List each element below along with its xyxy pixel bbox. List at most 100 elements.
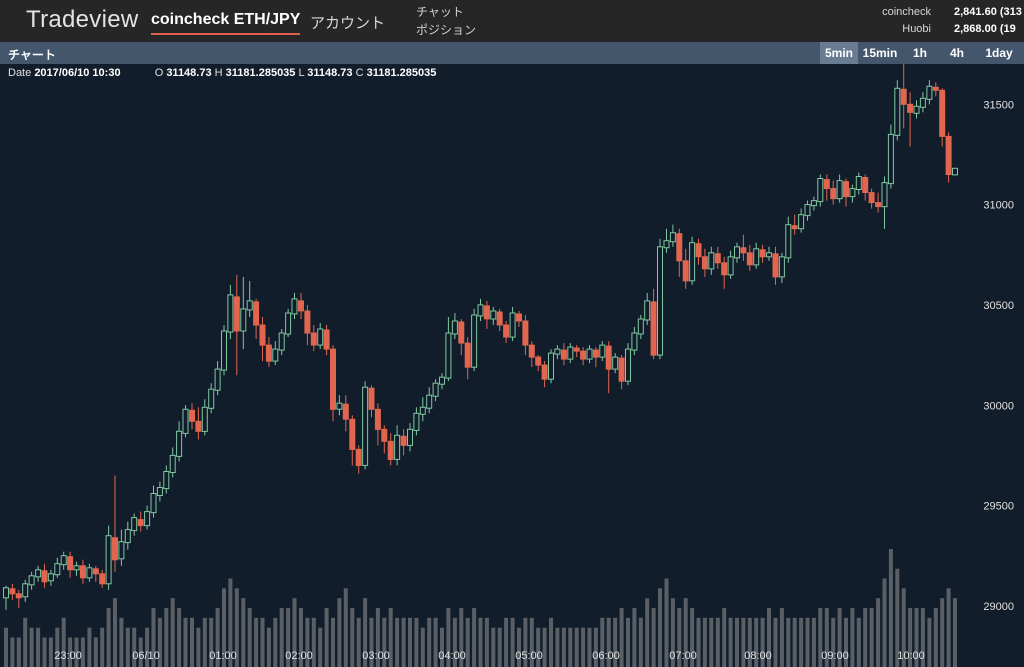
candle-body (208, 388, 215, 409)
candle-body (124, 529, 131, 544)
timeframe-1day[interactable]: 1day (976, 42, 1022, 64)
candle-body (35, 569, 42, 578)
timeframe-1h[interactable]: 1h (902, 42, 938, 64)
time-axis-label: 05:00 (515, 650, 543, 662)
candle-body (740, 247, 747, 254)
time-axis-label: 06:00 (592, 650, 620, 662)
high-value: 31181.285035 (225, 67, 296, 79)
high-label: H (214, 67, 223, 79)
candle-body (689, 242, 696, 282)
volume-bar (542, 627, 547, 667)
candle-body (477, 304, 484, 317)
volume-bar (183, 617, 188, 667)
volume-bar (356, 617, 361, 667)
candle-body (362, 386, 369, 466)
candle-body (823, 179, 830, 189)
volume-bar (170, 598, 175, 667)
volume-bar (10, 637, 15, 667)
volume-bar (581, 627, 586, 667)
volume-bar (927, 617, 932, 667)
volume-bar (260, 617, 265, 667)
candle-body (86, 567, 93, 579)
ohlc-readout: Date 2017/06/10 10:30 O 31148.73 H 31181… (8, 67, 436, 79)
candle-body (291, 298, 298, 315)
volume-bar (337, 598, 342, 667)
volume-bar (202, 617, 207, 667)
candle-body (817, 178, 824, 203)
candle-body (298, 300, 304, 312)
candle-body (60, 555, 67, 566)
price-tick-label: 29000 (983, 601, 1014, 613)
candle-body (669, 232, 676, 243)
candle-body (407, 428, 413, 446)
app-header: Tradeview coincheck ETH/JPY アカウント チャット ポ… (0, 0, 1024, 42)
volume-bar (87, 627, 92, 667)
candle-body (573, 347, 580, 352)
candle-body (855, 176, 862, 190)
volume-bar (247, 608, 252, 667)
candle-body (734, 246, 740, 259)
candle-body (381, 428, 388, 442)
timeframe-5min[interactable]: 5min (820, 42, 858, 64)
menu-item-position[interactable]: ポジション (416, 21, 476, 39)
volume-bar (241, 598, 246, 667)
volume-bar (408, 617, 412, 667)
exchange-name: Huobi (902, 23, 931, 35)
volume-bar (876, 598, 881, 667)
price-tick-label: 31500 (983, 99, 1014, 111)
time-axis-label: 06/10 (132, 650, 160, 662)
candle-body (201, 406, 208, 432)
volume-bar (42, 637, 47, 667)
candle-body (496, 311, 503, 326)
candle-body (759, 249, 766, 258)
time-axis-label: 03:00 (362, 650, 390, 662)
candle-body (156, 487, 163, 496)
volume-bar (709, 617, 714, 667)
tab-account[interactable]: アカウント (310, 12, 385, 33)
tab-pair[interactable]: coincheck ETH/JPY (151, 11, 301, 35)
candle-body (112, 537, 118, 561)
volume-bar (510, 617, 515, 667)
candle-body (195, 420, 202, 432)
price-tick-label: 30000 (983, 400, 1014, 412)
volume-bar (395, 617, 400, 667)
volume-bar (882, 578, 887, 667)
price-tick-label: 29500 (983, 501, 1014, 513)
candle-body (310, 332, 317, 346)
volume-bar (850, 608, 855, 667)
candle-body (522, 320, 529, 346)
candle-body (599, 344, 606, 358)
candle-body (259, 324, 266, 346)
exchange-name: coincheck (882, 6, 931, 18)
candle-body (516, 313, 522, 322)
candle-body (246, 300, 253, 311)
candle-body (394, 434, 401, 460)
timeframe-4h[interactable]: 4h (938, 42, 976, 64)
candle-body (535, 356, 542, 366)
candle-body (862, 177, 869, 193)
candle-body (592, 349, 599, 358)
candle-body (612, 356, 619, 370)
candle-body (772, 253, 779, 278)
candle-body (753, 248, 760, 266)
candle-body (727, 256, 734, 276)
app-logo[interactable]: Tradeview (26, 6, 139, 34)
candle-body (330, 348, 336, 410)
volume-bar (856, 617, 861, 667)
timeframe-15min[interactable]: 15min (858, 42, 902, 64)
candle-body (881, 182, 888, 208)
candle-body (272, 348, 279, 362)
volume-bar (497, 627, 502, 667)
candle-body (631, 332, 638, 351)
candle-body (317, 328, 324, 346)
volume-bar (491, 627, 496, 667)
candle-body (721, 262, 728, 276)
candle-body (400, 435, 407, 446)
candlestick-chart[interactable]: 29000 29500 30000 30500 31000 31500 23:00 06/10… (0, 64, 1024, 667)
volume-bar (16, 637, 21, 667)
low-label: L (298, 67, 305, 79)
volume-bar (735, 617, 739, 667)
menu-item-chart[interactable]: チャット (416, 3, 476, 21)
volume-bar (933, 608, 938, 667)
candle-body (426, 394, 433, 409)
